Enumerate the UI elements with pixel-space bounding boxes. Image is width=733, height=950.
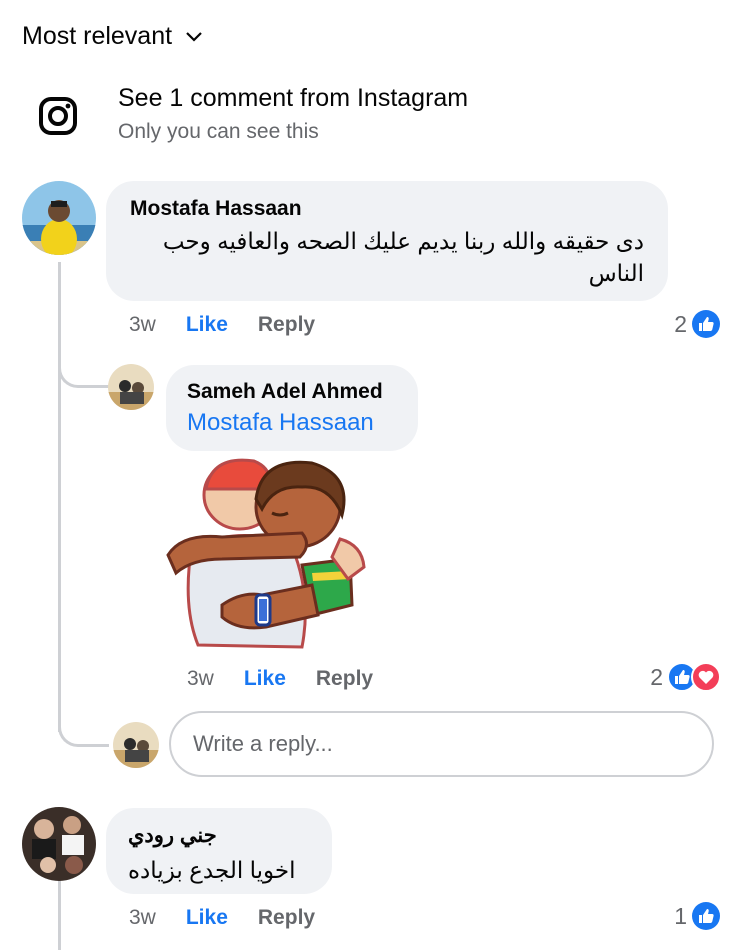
- reply-author[interactable]: Sameh Adel Ahmed: [187, 380, 383, 404]
- reaction-count: 1: [674, 902, 687, 929]
- comment-text: دى حقيقه والله ربنا يديم عليك الصحه والع…: [162, 228, 644, 286]
- mention-link[interactable]: Mostafa Hassaan: [187, 409, 374, 437]
- reaction-count: 2: [650, 663, 663, 690]
- avatar[interactable]: [108, 364, 154, 410]
- chevron-down-icon: [186, 31, 202, 42]
- avatar[interactable]: [22, 807, 96, 881]
- like-button[interactable]: Like: [186, 906, 228, 930]
- love-icon: [691, 662, 721, 692]
- thread-line: [58, 262, 61, 732]
- sort-dropdown[interactable]: Most relevant: [22, 22, 204, 51]
- instagram-icon: [39, 97, 77, 135]
- reply-time[interactable]: 3w: [187, 667, 214, 691]
- like-button[interactable]: Like: [244, 667, 286, 691]
- reply-button[interactable]: Reply: [316, 667, 373, 691]
- reply-button[interactable]: Reply: [258, 313, 315, 337]
- thread-branch: [58, 345, 109, 388]
- visibility-note: Only you can see this: [118, 120, 319, 143]
- reply-bubble: Sameh Adel Ahmed Mostafa Hassaan: [166, 365, 418, 451]
- reaction-summary[interactable]: 1: [674, 901, 721, 931]
- avatar[interactable]: [22, 181, 96, 255]
- comment-time[interactable]: 3w: [129, 313, 156, 337]
- avatar: [113, 722, 159, 768]
- reaction-count: 2: [674, 310, 687, 337]
- like-icon: [692, 310, 720, 338]
- comment-author[interactable]: جني رودي: [128, 820, 217, 852]
- comment-actions: 3w Like Reply: [129, 906, 315, 930]
- comment-time[interactable]: 3w: [129, 906, 156, 930]
- thread-line: [58, 880, 61, 950]
- reply-button[interactable]: Reply: [258, 906, 315, 930]
- comment-author[interactable]: Mostafa Hassaan: [130, 197, 302, 221]
- comment-bubble: Mostafa Hassaan دى حقيقه والله ربنا يديم…: [106, 181, 668, 301]
- like-icon: [692, 902, 720, 930]
- reaction-summary[interactable]: 2: [650, 662, 721, 692]
- hug-sticker[interactable]: [162, 455, 368, 655]
- reaction-summary[interactable]: 2: [674, 309, 721, 339]
- thread-branch: [58, 700, 109, 747]
- sort-label: Most relevant: [22, 22, 173, 50]
- like-button[interactable]: Like: [186, 313, 228, 337]
- reply-input[interactable]: [169, 711, 714, 777]
- instagram-comments-link[interactable]: See 1 comment from Instagram: [118, 84, 468, 113]
- comment-bubble: جني رودي اخويا الجدع بزياده: [106, 808, 332, 894]
- comment-text: اخويا الجدع بزياده: [128, 857, 296, 883]
- comment-actions: 3w Like Reply: [129, 313, 315, 337]
- reply-actions: 3w Like Reply: [187, 667, 373, 691]
